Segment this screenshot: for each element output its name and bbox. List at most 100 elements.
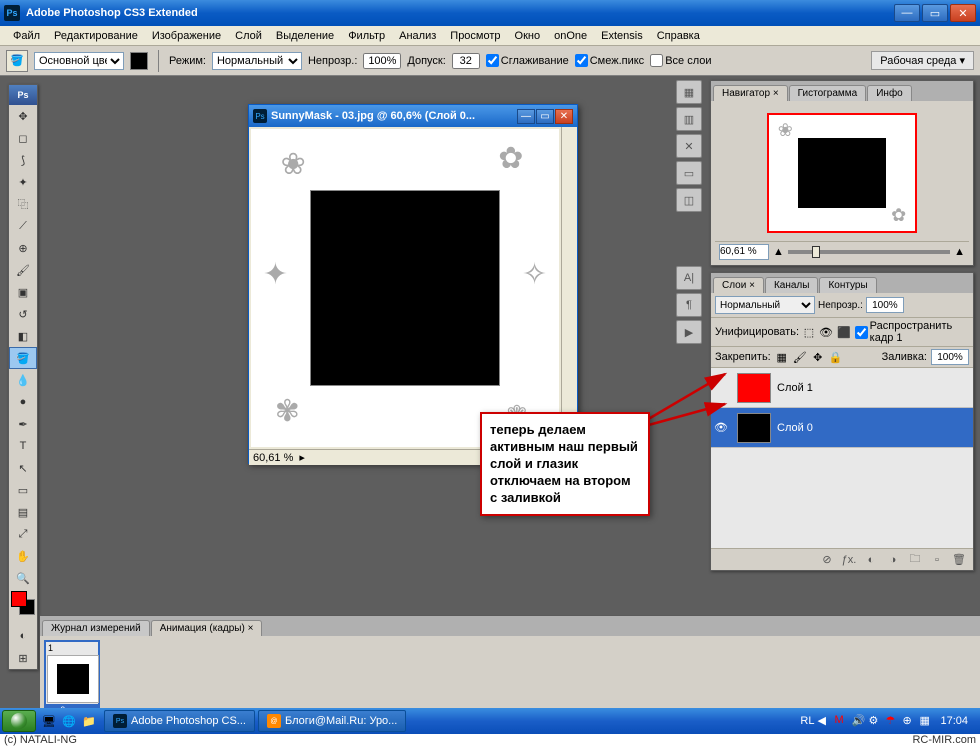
eraser-tool[interactable]: ◧ bbox=[9, 325, 37, 347]
blend-mode-select[interactable]: Нормальный bbox=[212, 52, 302, 70]
layer0-name[interactable]: Слой 0 bbox=[777, 422, 973, 434]
dock-tooloptions-icon[interactable]: ✕ bbox=[676, 134, 702, 158]
doc-canvas[interactable]: ❀ ✿ ✾ ❁ ✦ ✧ bbox=[251, 129, 575, 447]
tab-layers[interactable]: Слои × bbox=[713, 277, 764, 293]
ql-ie-icon[interactable]: 🌐 bbox=[60, 712, 78, 730]
doc-scrollbar[interactable] bbox=[561, 127, 577, 447]
tray-icon[interactable]: ◀ bbox=[817, 714, 831, 728]
tray-icon[interactable]: ⊕ bbox=[902, 714, 916, 728]
history-brush-tool[interactable]: ↺ bbox=[9, 303, 37, 325]
type-tool[interactable]: T bbox=[9, 435, 37, 457]
quickmask-toggle[interactable]: ◐ bbox=[9, 625, 37, 647]
doc-minimize[interactable]: — bbox=[517, 109, 535, 124]
task-browser[interactable]: @Блоги@Mail.Ru: Уро... bbox=[258, 710, 406, 732]
dock-brushes-icon[interactable]: ▦ bbox=[676, 80, 702, 104]
layer-row-1[interactable]: Слой 1 bbox=[711, 368, 973, 408]
dock-actions-icon[interactable]: ▶ bbox=[676, 320, 702, 344]
new-group-icon[interactable]: 🗀 bbox=[907, 552, 923, 568]
clock[interactable]: 17:04 bbox=[936, 715, 972, 727]
stamp-tool[interactable]: ▣ bbox=[9, 281, 37, 303]
lock-transparency-icon[interactable]: ▦ bbox=[775, 350, 789, 364]
delete-layer-icon[interactable]: 🗑 bbox=[951, 552, 967, 568]
zoom-out-icon[interactable]: ▲ bbox=[773, 246, 784, 258]
tray-icon[interactable]: ▦ bbox=[919, 714, 933, 728]
unify-style-icon[interactable]: ⬛ bbox=[837, 325, 851, 339]
menu-analysis[interactable]: Анализ bbox=[392, 28, 443, 44]
tab-info[interactable]: Инфо bbox=[867, 85, 912, 101]
menu-edit[interactable]: Редактирование bbox=[47, 28, 145, 44]
unify-pos-icon[interactable]: ⬚ bbox=[803, 325, 815, 339]
dodge-tool[interactable]: ● bbox=[9, 391, 37, 413]
start-button[interactable] bbox=[2, 710, 36, 732]
tab-histogram[interactable]: Гистограмма bbox=[789, 85, 867, 101]
antialias-check[interactable]: Сглаживание bbox=[486, 54, 569, 67]
fill-source-select[interactable]: Основной цвет bbox=[34, 52, 124, 70]
dock-layercomps-icon[interactable]: ▭ bbox=[676, 161, 702, 185]
tab-paths[interactable]: Контуры bbox=[819, 277, 876, 293]
menu-window[interactable]: Окно bbox=[508, 28, 548, 44]
doc-maximize[interactable]: ▭ bbox=[536, 109, 554, 124]
tab-channels[interactable]: Каналы bbox=[765, 277, 819, 293]
menu-help[interactable]: Справка bbox=[650, 28, 707, 44]
menu-filter[interactable]: Фильтр bbox=[341, 28, 392, 44]
color-swatches[interactable] bbox=[9, 589, 37, 625]
crop-tool[interactable]: ⿻ bbox=[9, 193, 37, 215]
lock-position-icon[interactable]: ✥ bbox=[811, 350, 825, 364]
layer-blend-select[interactable]: Нормальный bbox=[715, 296, 815, 314]
layer1-thumb[interactable] bbox=[737, 373, 771, 403]
contiguous-check[interactable]: Смеж.пикс bbox=[575, 54, 644, 67]
menu-select[interactable]: Выделение bbox=[269, 28, 341, 44]
add-mask-icon[interactable]: ◐ bbox=[863, 552, 879, 568]
dock-clone-icon[interactable]: ▥ bbox=[676, 107, 702, 131]
tray-icon[interactable]: ⚙ bbox=[868, 714, 882, 728]
new-layer-icon[interactable]: ▫ bbox=[929, 552, 945, 568]
tolerance-input[interactable] bbox=[452, 53, 480, 69]
menu-extensis[interactable]: Extensis bbox=[594, 28, 650, 44]
dock-para-icon[interactable]: ¶ bbox=[676, 293, 702, 317]
shape-tool[interactable]: ▭ bbox=[9, 479, 37, 501]
tray-icon[interactable]: M bbox=[834, 714, 848, 728]
bucket-tool-icon[interactable]: 🪣 bbox=[6, 50, 28, 72]
lasso-tool[interactable]: ⟆ bbox=[9, 149, 37, 171]
menu-layer[interactable]: Слой bbox=[228, 28, 269, 44]
opacity-input[interactable] bbox=[363, 53, 401, 69]
navigator-view[interactable]: ❀ ✿ bbox=[715, 105, 969, 241]
dock-char-icon[interactable]: A| bbox=[676, 266, 702, 290]
ql-icon[interactable]: 📁 bbox=[80, 712, 98, 730]
tab-navigator[interactable]: Навигатор × bbox=[713, 85, 788, 101]
path-tool[interactable]: ↖ bbox=[9, 457, 37, 479]
healing-tool[interactable]: ⊕ bbox=[9, 237, 37, 259]
menu-file[interactable]: Файл bbox=[6, 28, 47, 44]
layer-fx-icon[interactable]: ƒx. bbox=[841, 552, 857, 568]
tab-animation[interactable]: Анимация (кадры) × bbox=[151, 620, 263, 636]
bucket-tool[interactable]: 🪣 bbox=[9, 347, 37, 369]
doc-close[interactable]: ✕ bbox=[555, 109, 573, 124]
lock-pixels-icon[interactable]: 🖌 bbox=[793, 350, 807, 364]
layer0-thumb[interactable] bbox=[737, 413, 771, 443]
layer-row-0[interactable]: 👁 Слой 0 bbox=[711, 408, 973, 448]
menu-image[interactable]: Изображение bbox=[145, 28, 228, 44]
lock-all-icon[interactable]: 🔒 bbox=[829, 350, 843, 364]
link-layers-icon[interactable]: ⊘ bbox=[819, 552, 835, 568]
layer1-name[interactable]: Слой 1 bbox=[777, 382, 973, 394]
layer-opacity-input[interactable] bbox=[866, 297, 904, 313]
nav-zoom-input[interactable] bbox=[719, 244, 769, 260]
all-layers-check[interactable]: Все слои bbox=[650, 54, 711, 67]
screenmode-toggle[interactable]: ⊞ bbox=[9, 647, 37, 669]
marquee-tool[interactable]: ◻ bbox=[9, 127, 37, 149]
adjustment-layer-icon[interactable]: ◑ bbox=[885, 552, 901, 568]
menu-onone[interactable]: onOne bbox=[547, 28, 594, 44]
notes-tool[interactable]: ▤ bbox=[9, 501, 37, 523]
fill-input[interactable] bbox=[931, 349, 969, 365]
tray-volume-icon[interactable]: 🔊 bbox=[851, 714, 865, 728]
hand-tool[interactable]: ✋ bbox=[9, 545, 37, 567]
zoom-slider[interactable] bbox=[788, 250, 950, 254]
move-tool[interactable]: ✥ bbox=[9, 105, 37, 127]
anim-frame-1[interactable]: 1 0 сек. bbox=[44, 640, 100, 718]
close-button[interactable]: ✕ bbox=[950, 4, 976, 22]
eyedropper-tool[interactable]: ⤢ bbox=[9, 523, 37, 545]
brush-tool[interactable]: 🖌 bbox=[9, 259, 37, 281]
menu-view[interactable]: Просмотр bbox=[443, 28, 507, 44]
slice-tool[interactable]: ⟋ bbox=[9, 215, 37, 237]
tray-antivirus-icon[interactable]: ☂ bbox=[885, 714, 899, 728]
